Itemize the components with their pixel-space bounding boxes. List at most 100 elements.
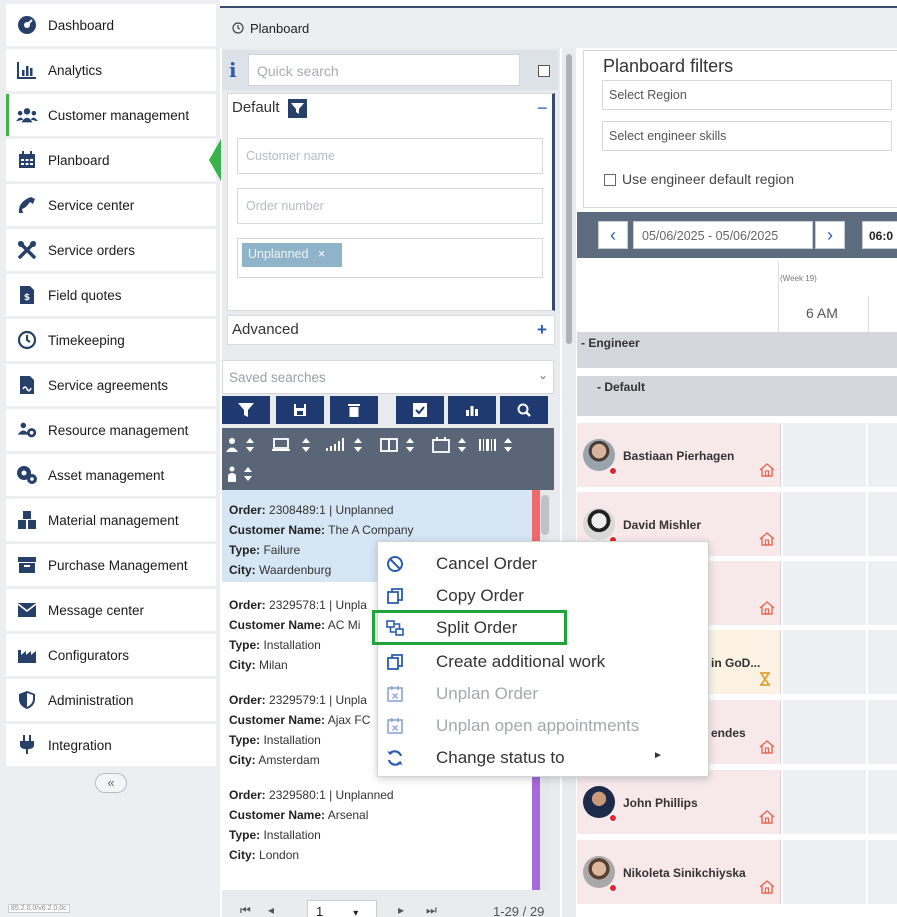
sidebar-item-timekeeping[interactable]: Timekeeping bbox=[6, 319, 216, 361]
sidebar-item-label: Analytics bbox=[48, 62, 103, 78]
sort-technician-button[interactable] bbox=[226, 461, 258, 487]
chevron-down-icon: ⌄ bbox=[538, 368, 549, 382]
prev-date-button[interactable]: ‹ bbox=[598, 221, 628, 249]
quick-search-checkbox[interactable] bbox=[538, 65, 550, 77]
sidebar-item-material-management[interactable]: Material management bbox=[6, 499, 216, 541]
users-icon bbox=[16, 104, 38, 126]
sidebar-item-planboard[interactable]: Planboard bbox=[6, 139, 221, 181]
sidebar-item-asset-management[interactable]: Asset management bbox=[6, 454, 216, 496]
last-page-icon[interactable]: ⏭ bbox=[426, 903, 437, 917]
time-input[interactable]: 06:0 bbox=[862, 221, 897, 249]
time-slot[interactable] bbox=[783, 770, 868, 834]
list-item[interactable]: Order: 2329580:1 | Unplanned Customer Na… bbox=[222, 775, 532, 867]
sidebar-item-service-agreements[interactable]: Service agreements bbox=[6, 364, 216, 406]
timeline-cells[interactable] bbox=[783, 840, 897, 904]
sidebar-item-resource-management[interactable]: Resource management bbox=[6, 409, 216, 451]
timeline-cells[interactable] bbox=[783, 423, 897, 487]
timeline-cells[interactable] bbox=[783, 492, 897, 556]
engineer-row[interactable]: Nikoleta Sinikchiyska bbox=[577, 840, 897, 904]
collapse-default-button[interactable]: − bbox=[537, 98, 548, 119]
prev-page-icon[interactable]: ◂ bbox=[268, 903, 274, 917]
splitter-handle[interactable] bbox=[566, 54, 572, 344]
engineer-card[interactable]: John Phillips bbox=[577, 770, 781, 834]
sort-priority-button[interactable] bbox=[326, 432, 370, 458]
time-slot[interactable] bbox=[783, 561, 868, 625]
sort-device-button[interactable] bbox=[272, 432, 316, 458]
hour-label: 6 AM bbox=[806, 305, 838, 321]
sidebar-item-analytics[interactable]: Analytics bbox=[6, 49, 216, 91]
expand-advanced-button[interactable]: + bbox=[537, 320, 547, 340]
default-filter-label: Default bbox=[232, 99, 280, 116]
next-date-button[interactable]: › bbox=[815, 221, 845, 249]
clock-icon bbox=[232, 22, 244, 34]
date-range-input[interactable]: 05/06/2025 - 05/06/2025 bbox=[633, 221, 813, 249]
menu-item-label: Change status to bbox=[436, 748, 565, 767]
use-default-region-checkbox[interactable] bbox=[604, 174, 616, 186]
search-button[interactable] bbox=[500, 396, 548, 424]
timeline-cells[interactable] bbox=[783, 561, 897, 625]
time-slot[interactable] bbox=[783, 700, 868, 764]
scrollbar-thumb[interactable] bbox=[541, 495, 549, 535]
customer-name-input[interactable]: Customer name bbox=[237, 138, 543, 174]
engineer-card[interactable]: Bastiaan Pierhagen bbox=[577, 423, 781, 487]
menu-item-label: Unplan open appointments bbox=[436, 716, 640, 735]
engineer-group-label: - Engineer bbox=[581, 336, 640, 350]
filter-button[interactable] bbox=[222, 396, 270, 424]
sidebar-item-administration[interactable]: Administration bbox=[6, 679, 216, 721]
engineer-row[interactable]: John Phillips bbox=[577, 770, 897, 834]
quick-search-input[interactable]: Quick search bbox=[248, 54, 520, 86]
sidebar-item-service-center[interactable]: Service center bbox=[6, 184, 216, 226]
timeline-cells[interactable] bbox=[783, 770, 897, 834]
delete-button[interactable] bbox=[330, 396, 378, 424]
sidebar-item-dashboard[interactable]: Dashboard bbox=[6, 4, 216, 46]
first-page-icon[interactable]: ⏮ bbox=[240, 903, 251, 917]
timeline-cells[interactable] bbox=[783, 700, 897, 764]
filter-icon[interactable] bbox=[288, 99, 307, 118]
order-number-input[interactable]: Order number bbox=[237, 188, 543, 224]
sort-columns-button[interactable] bbox=[380, 432, 424, 458]
save-button[interactable] bbox=[276, 396, 324, 424]
quote-document-icon: $ bbox=[16, 284, 38, 306]
city-value: Amsterdam bbox=[258, 753, 320, 767]
timeline-cells[interactable] bbox=[783, 630, 897, 694]
time-slot[interactable] bbox=[783, 840, 868, 904]
menu-item-copy-order[interactable]: Copy Order bbox=[378, 580, 710, 612]
sidebar-item-purchase-management[interactable]: Purchase Management bbox=[6, 544, 216, 586]
purchase-box-icon bbox=[16, 554, 38, 576]
time-slot[interactable] bbox=[783, 630, 868, 694]
list-item[interactable] bbox=[222, 870, 532, 890]
sort-date-button[interactable] bbox=[432, 432, 476, 458]
select-region-dropdown[interactable]: Select Region bbox=[602, 80, 892, 110]
menu-item-create-additional-work[interactable]: Create additional work bbox=[378, 646, 710, 678]
sidebar-item-field-quotes[interactable]: $ Field quotes bbox=[6, 274, 216, 316]
chart-button[interactable] bbox=[448, 396, 496, 424]
info-icon[interactable]: i bbox=[229, 58, 237, 82]
type-value: Failure bbox=[263, 543, 301, 557]
sort-bar bbox=[222, 428, 554, 490]
select-all-button[interactable] bbox=[396, 396, 444, 424]
engineer-row[interactable]: Bastiaan Pierhagen bbox=[577, 423, 897, 487]
saved-searches-select[interactable]: Saved searches bbox=[222, 360, 554, 394]
sort-person-button[interactable] bbox=[226, 432, 258, 458]
time-slot[interactable] bbox=[783, 423, 868, 487]
page-select[interactable]: 1 ▾ bbox=[307, 900, 377, 917]
status-chip: Unplanned × bbox=[242, 243, 342, 267]
sidebar-item-integration[interactable]: Integration bbox=[6, 724, 216, 766]
time-slot[interactable] bbox=[783, 492, 868, 556]
menu-item-cancel-order[interactable]: Cancel Order bbox=[378, 548, 710, 580]
order-value: 2329580:1 | Unplanned bbox=[269, 788, 394, 802]
type-value: Installation bbox=[263, 733, 321, 747]
sidebar-item-service-orders[interactable]: Service orders bbox=[6, 229, 216, 271]
status-chip-remove-button[interactable]: × bbox=[318, 247, 325, 261]
engineer-card[interactable]: Nikoleta Sinikchiyska bbox=[577, 840, 781, 904]
sort-barcode-button[interactable] bbox=[478, 432, 522, 458]
asset-gear-icon bbox=[16, 464, 38, 486]
collapse-sidebar-button[interactable]: « bbox=[95, 773, 127, 793]
select-skills-dropdown[interactable]: Select engineer skills bbox=[602, 121, 892, 151]
next-page-icon[interactable]: ▸ bbox=[398, 903, 404, 917]
sidebar-item-configurators[interactable]: Configurators bbox=[6, 634, 216, 676]
menu-item-label: Unplan Order bbox=[436, 684, 539, 703]
sidebar-item-message-center[interactable]: Message center bbox=[6, 589, 216, 631]
home-icon bbox=[759, 463, 775, 477]
sidebar-item-customer-management[interactable]: Customer management bbox=[6, 94, 216, 136]
